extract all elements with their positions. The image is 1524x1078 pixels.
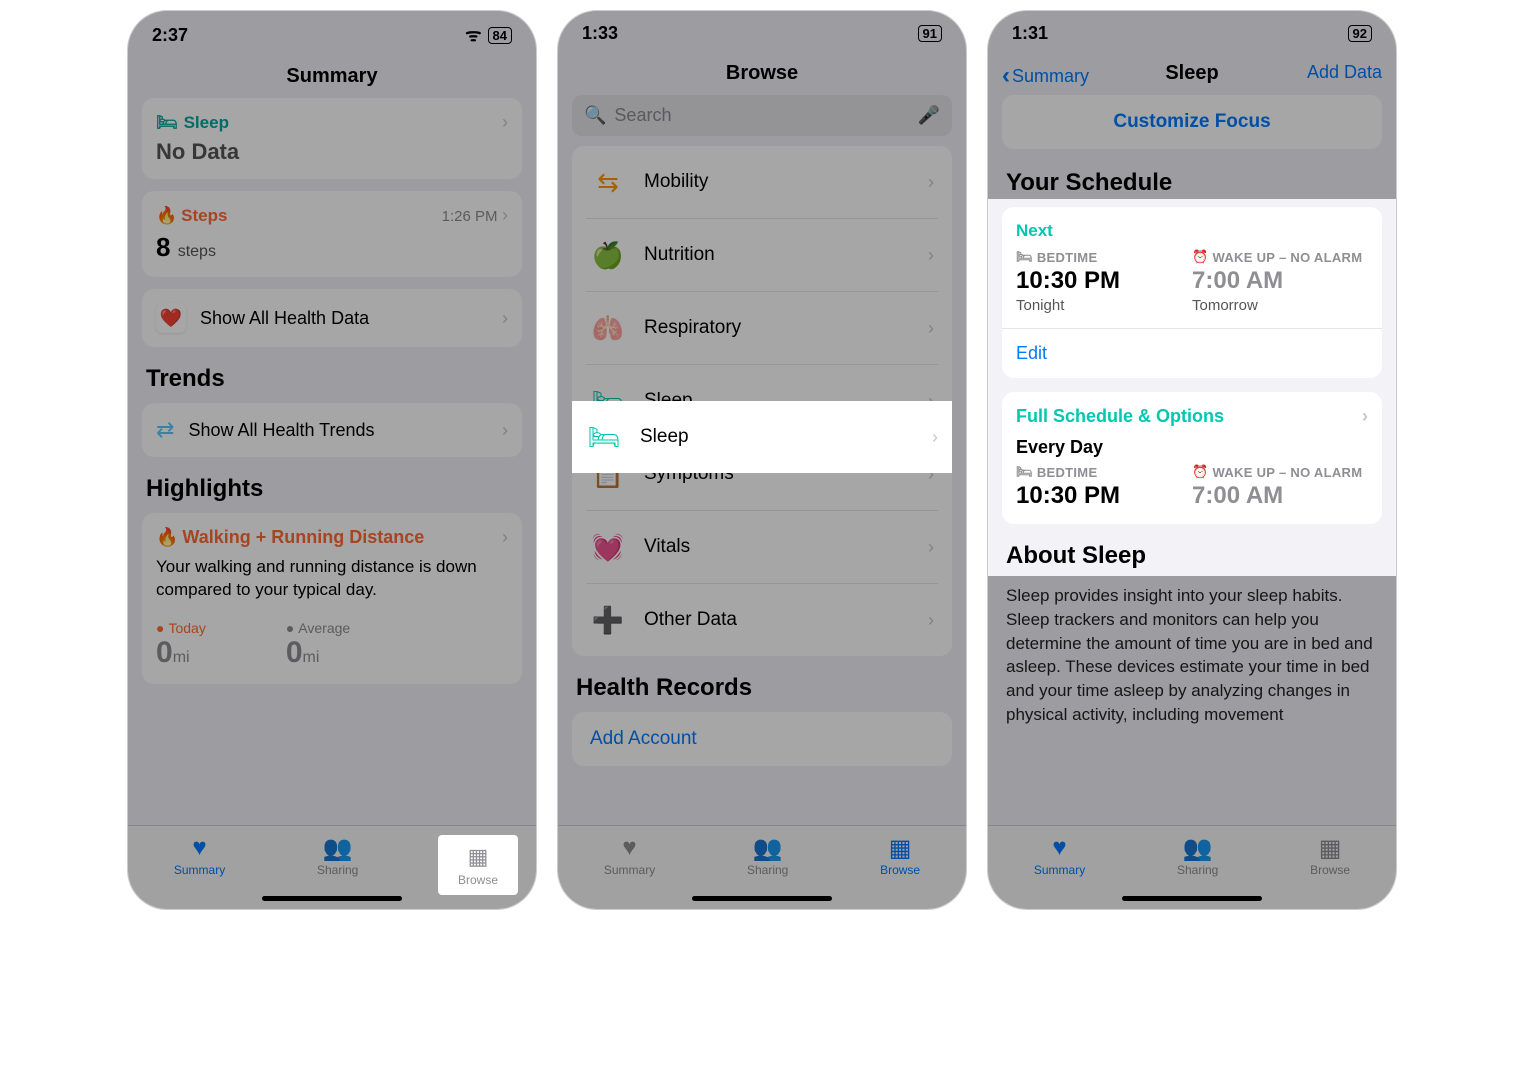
screen-sleep-detail: 1:31 92 ‹Summary Sleep Add Data Customiz…: [987, 10, 1397, 910]
page-title: Summary: [286, 65, 377, 87]
clock: 1:33: [582, 23, 618, 44]
mobility-icon: ⇆: [590, 164, 626, 200]
browse-item-other[interactable]: ➕Other Data›: [586, 584, 938, 656]
screen-summary: ▦ Browse 2:37 ᯤ 84 Summary 🛏Sleep › No D…: [127, 10, 537, 910]
plus-icon: ➕: [590, 602, 626, 638]
browse-item-vitals[interactable]: 💓Vitals›: [586, 511, 938, 584]
page-title: Browse: [726, 62, 798, 84]
heart-fill-icon: ♥: [192, 834, 206, 860]
show-all-health-button[interactable]: ❤️ Show All Health Data ›: [142, 289, 522, 347]
flame-icon: 🔥: [156, 206, 177, 226]
bed-icon: 🛏: [156, 113, 178, 133]
alarm-icon: ⏰: [1192, 249, 1209, 265]
every-day-label: Every Day: [1016, 437, 1368, 458]
heart-fill-icon: ♥: [622, 834, 636, 860]
browse-item-mobility[interactable]: ⇆Mobility›: [586, 146, 938, 219]
health-records-title: Health Records: [576, 674, 948, 702]
bed-icon: 🛏: [1016, 249, 1033, 265]
chevron-right-icon: ›: [928, 610, 934, 631]
search-input[interactable]: 🔍 Search 🎤: [572, 95, 952, 136]
trends-title: Trends: [146, 365, 518, 393]
tab-browse[interactable]: ▦Browse: [880, 834, 920, 909]
status-bar: 2:37 ᯤ 84: [128, 11, 536, 51]
status-bar: 1:33 91: [558, 11, 966, 48]
chevron-right-icon: ›: [1362, 406, 1368, 427]
home-indicator: [692, 896, 832, 901]
chevron-right-icon: ›: [932, 427, 938, 448]
flame-icon: 🔥: [156, 527, 178, 548]
edit-button[interactable]: Edit: [1016, 343, 1368, 364]
bed-icon: 🛏: [586, 419, 622, 455]
wakeup-value: 7:00 AM: [1192, 267, 1368, 295]
home-indicator: [262, 896, 402, 901]
browse-grid-icon: ▦: [468, 844, 489, 870]
steps-card[interactable]: 🔥Steps 1:26 PM › 8 steps: [142, 191, 522, 277]
chevron-right-icon: ›: [928, 318, 934, 339]
chevron-right-icon: ›: [928, 537, 934, 558]
bed-icon: 🛏: [1016, 464, 1033, 480]
chevron-right-icon: ›: [502, 308, 508, 329]
show-all-trends-button[interactable]: ⇄ Show All Health Trends ›: [142, 403, 522, 457]
full-schedule-card[interactable]: Full Schedule & Options › Every Day 🛏BED…: [1002, 392, 1382, 524]
sleep-card[interactable]: 🛏Sleep › No Data: [142, 98, 522, 179]
chevron-right-icon: ›: [502, 112, 508, 133]
tab-summary[interactable]: ♥Summary: [174, 834, 225, 909]
highlight-card[interactable]: 🔥Walking + Running Distance › Your walki…: [142, 513, 522, 684]
next-label: Next: [1016, 221, 1368, 241]
chevron-right-icon: ›: [502, 420, 508, 441]
lungs-icon: 🫁: [590, 310, 626, 346]
chevron-right-icon: ›: [502, 205, 508, 225]
tab-browse-highlighted[interactable]: ▦ Browse: [438, 835, 518, 895]
add-account-button[interactable]: Add Account: [586, 712, 938, 766]
full-schedule-button[interactable]: Full Schedule & Options ›: [1016, 406, 1368, 427]
grid-icon: ▦: [889, 834, 912, 860]
sleep-nodata: No Data: [156, 139, 508, 165]
chevron-right-icon: ›: [928, 172, 934, 193]
heart-icon: ❤️: [156, 303, 186, 333]
navbar: Browse: [558, 48, 966, 95]
search-icon: 🔍: [584, 105, 606, 126]
mic-icon[interactable]: 🎤: [918, 105, 940, 126]
browse-item-respiratory[interactable]: 🫁Respiratory›: [586, 292, 938, 365]
clock: 2:37: [152, 25, 188, 46]
tab-summary[interactable]: ♥Summary: [604, 834, 655, 909]
alarm-icon: ⏰: [1192, 464, 1209, 480]
screen-browse: 🛏 Sleep › 1:33 91 Browse 🔍 Search 🎤 ⇆Mob…: [557, 10, 967, 910]
people-icon: 👥: [323, 834, 353, 860]
highlights-title: Highlights: [146, 475, 518, 503]
trends-icon: ⇄: [156, 417, 174, 443]
heartbeat-icon: 💓: [590, 529, 626, 565]
browse-item-nutrition[interactable]: 🍏Nutrition›: [586, 219, 938, 292]
chevron-right-icon: ›: [928, 245, 934, 266]
browse-item-sleep-highlighted[interactable]: 🛏 Sleep ›: [572, 401, 952, 473]
navbar: Summary: [128, 51, 536, 98]
people-icon: 👥: [753, 834, 783, 860]
bedtime-value: 10:30 PM: [1016, 267, 1192, 295]
next-schedule-card: Next 🛏BEDTIME 10:30 PM Tonight ⏰WAKE UP …: [1002, 207, 1382, 378]
battery-icon: 91: [918, 25, 942, 42]
about-sleep-title: About Sleep: [1006, 542, 1378, 570]
wifi-icon: ᯤ: [465, 23, 481, 47]
battery-icon: 84: [488, 27, 512, 44]
chevron-right-icon: ›: [502, 527, 508, 548]
apple-icon: 🍏: [590, 237, 626, 273]
